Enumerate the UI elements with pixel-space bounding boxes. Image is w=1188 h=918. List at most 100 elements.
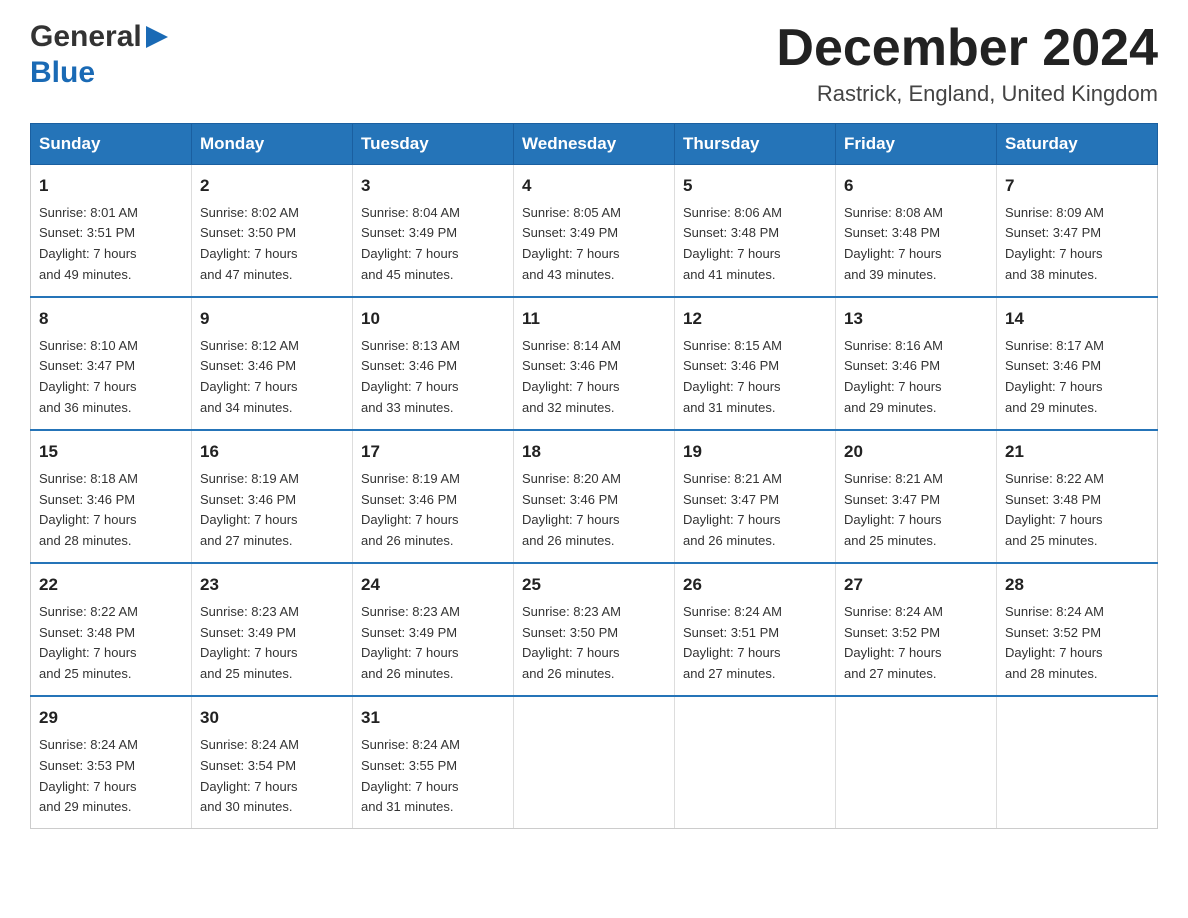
day-info: Sunrise: 8:06 AMSunset: 3:48 PMDaylight:… (683, 205, 782, 283)
location-subtitle: Rastrick, England, United Kingdom (776, 81, 1158, 107)
day-number: 27 (844, 572, 988, 598)
day-info: Sunrise: 8:23 AMSunset: 3:50 PMDaylight:… (522, 604, 621, 682)
day-info: Sunrise: 8:12 AMSunset: 3:46 PMDaylight:… (200, 338, 299, 416)
col-tuesday: Tuesday (353, 124, 514, 165)
table-row: 15 Sunrise: 8:18 AMSunset: 3:46 PMDayligh… (31, 430, 192, 563)
day-number: 7 (1005, 173, 1149, 199)
table-row (514, 696, 675, 829)
calendar-week-row: 22 Sunrise: 8:22 AMSunset: 3:48 PMDayligh… (31, 563, 1158, 696)
table-row: 31Sunrise: 8:24 AMSunset: 3:55 PMDayligh… (353, 696, 514, 829)
table-row: 7Sunrise: 8:09 AMSunset: 3:47 PMDaylight… (997, 165, 1158, 298)
col-friday: Friday (836, 124, 997, 165)
table-row: 3Sunrise: 8:04 AMSunset: 3:49 PMDaylight… (353, 165, 514, 298)
day-number: 10 (361, 306, 505, 332)
table-row: 10 Sunrise: 8:13 AMSunset: 3:46 PMDayligh… (353, 297, 514, 430)
table-row: 19 Sunrise: 8:21 AMSunset: 3:47 PMDayligh… (675, 430, 836, 563)
day-number: 6 (844, 173, 988, 199)
day-number: 17 (361, 439, 505, 465)
day-info: Sunrise: 8:21 AMSunset: 3:47 PMDaylight:… (844, 471, 943, 549)
page-header: General Blue December 2024 Rastrick, Eng… (30, 20, 1158, 107)
day-number: 18 (522, 439, 666, 465)
day-number: 19 (683, 439, 827, 465)
logo-triangle-icon (146, 26, 168, 53)
day-info: Sunrise: 8:14 AMSunset: 3:46 PMDaylight:… (522, 338, 621, 416)
day-number: 3 (361, 173, 505, 199)
table-row: 6 Sunrise: 8:08 AMSunset: 3:48 PMDaylight… (836, 165, 997, 298)
day-number: 1 (39, 173, 183, 199)
table-row (836, 696, 997, 829)
table-row: 16 Sunrise: 8:19 AMSunset: 3:46 PMDayligh… (192, 430, 353, 563)
day-info: Sunrise: 8:15 AMSunset: 3:46 PMDaylight:… (683, 338, 782, 416)
day-info: Sunrise: 8:19 AMSunset: 3:46 PMDaylight:… (361, 471, 460, 549)
calendar-week-row: 15 Sunrise: 8:18 AMSunset: 3:46 PMDayligh… (31, 430, 1158, 563)
day-number: 4 (522, 173, 666, 199)
day-info: Sunrise: 8:20 AMSunset: 3:46 PMDaylight:… (522, 471, 621, 549)
day-info: Sunrise: 8:18 AMSunset: 3:46 PMDaylight:… (39, 471, 138, 549)
day-number: 16 (200, 439, 344, 465)
day-number: 22 (39, 572, 183, 598)
col-monday: Monday (192, 124, 353, 165)
table-row: 26 Sunrise: 8:24 AMSunset: 3:51 PMDayligh… (675, 563, 836, 696)
table-row: 2 Sunrise: 8:02 AMSunset: 3:50 PMDaylight… (192, 165, 353, 298)
day-info: Sunrise: 8:02 AMSunset: 3:50 PMDaylight:… (200, 205, 299, 283)
day-number: 5 (683, 173, 827, 199)
table-row: 8 Sunrise: 8:10 AMSunset: 3:47 PMDaylight… (31, 297, 192, 430)
day-number: 29 (39, 705, 183, 731)
day-info: Sunrise: 8:13 AMSunset: 3:46 PMDaylight:… (361, 338, 460, 416)
table-row: 29Sunrise: 8:24 AMSunset: 3:53 PMDayligh… (31, 696, 192, 829)
day-info: Sunrise: 8:22 AMSunset: 3:48 PMDaylight:… (1005, 471, 1104, 549)
day-number: 26 (683, 572, 827, 598)
table-row: 21Sunrise: 8:22 AMSunset: 3:48 PMDayligh… (997, 430, 1158, 563)
day-info: Sunrise: 8:24 AMSunset: 3:52 PMDaylight:… (1005, 604, 1104, 682)
day-info: Sunrise: 8:19 AMSunset: 3:46 PMDaylight:… (200, 471, 299, 549)
day-info: Sunrise: 8:01 AMSunset: 3:51 PMDaylight:… (39, 205, 138, 283)
logo-blue-text: Blue (30, 56, 95, 89)
table-row: 1 Sunrise: 8:01 AMSunset: 3:51 PMDaylight… (31, 165, 192, 298)
col-sunday: Sunday (31, 124, 192, 165)
day-info: Sunrise: 8:22 AMSunset: 3:48 PMDaylight:… (39, 604, 138, 682)
day-number: 9 (200, 306, 344, 332)
day-number: 11 (522, 306, 666, 332)
day-number: 23 (200, 572, 344, 598)
logo-general-text: General (30, 20, 142, 54)
day-info: Sunrise: 8:23 AMSunset: 3:49 PMDaylight:… (361, 604, 460, 682)
table-row: 23 Sunrise: 8:23 AMSunset: 3:49 PMDayligh… (192, 563, 353, 696)
table-row (675, 696, 836, 829)
table-row: 30 Sunrise: 8:24 AMSunset: 3:54 PMDayligh… (192, 696, 353, 829)
table-row: 20 Sunrise: 8:21 AMSunset: 3:47 PMDayligh… (836, 430, 997, 563)
day-info: Sunrise: 8:24 AMSunset: 3:54 PMDaylight:… (200, 737, 299, 815)
col-saturday: Saturday (997, 124, 1158, 165)
day-number: 15 (39, 439, 183, 465)
calendar-table: Sunday Monday Tuesday Wednesday Thursday… (30, 123, 1158, 829)
day-info: Sunrise: 8:24 AMSunset: 3:52 PMDaylight:… (844, 604, 943, 682)
day-number: 13 (844, 306, 988, 332)
day-info: Sunrise: 8:17 AMSunset: 3:46 PMDaylight:… (1005, 338, 1104, 416)
day-number: 20 (844, 439, 988, 465)
table-row: 5 Sunrise: 8:06 AMSunset: 3:48 PMDaylight… (675, 165, 836, 298)
table-row: 13 Sunrise: 8:16 AMSunset: 3:46 PMDayligh… (836, 297, 997, 430)
table-row: 22 Sunrise: 8:22 AMSunset: 3:48 PMDayligh… (31, 563, 192, 696)
day-info: Sunrise: 8:21 AMSunset: 3:47 PMDaylight:… (683, 471, 782, 549)
day-number: 31 (361, 705, 505, 731)
table-row (997, 696, 1158, 829)
col-thursday: Thursday (675, 124, 836, 165)
day-number: 28 (1005, 572, 1149, 598)
table-row: 12Sunrise: 8:15 AMSunset: 3:46 PMDayligh… (675, 297, 836, 430)
day-info: Sunrise: 8:24 AMSunset: 3:51 PMDaylight:… (683, 604, 782, 682)
table-row: 14 Sunrise: 8:17 AMSunset: 3:46 PMDayligh… (997, 297, 1158, 430)
day-info: Sunrise: 8:16 AMSunset: 3:46 PMDaylight:… (844, 338, 943, 416)
day-info: Sunrise: 8:23 AMSunset: 3:49 PMDaylight:… (200, 604, 299, 682)
day-number: 8 (39, 306, 183, 332)
day-number: 30 (200, 705, 344, 731)
table-row: 17 Sunrise: 8:19 AMSunset: 3:46 PMDayligh… (353, 430, 514, 563)
table-row: 25Sunrise: 8:23 AMSunset: 3:50 PMDayligh… (514, 563, 675, 696)
day-number: 2 (200, 173, 344, 199)
table-row: 27 Sunrise: 8:24 AMSunset: 3:52 PMDayligh… (836, 563, 997, 696)
day-number: 14 (1005, 306, 1149, 332)
day-info: Sunrise: 8:10 AMSunset: 3:47 PMDaylight:… (39, 338, 138, 416)
calendar-week-row: 8 Sunrise: 8:10 AMSunset: 3:47 PMDaylight… (31, 297, 1158, 430)
table-row: 28 Sunrise: 8:24 AMSunset: 3:52 PMDayligh… (997, 563, 1158, 696)
calendar-week-row: 29Sunrise: 8:24 AMSunset: 3:53 PMDayligh… (31, 696, 1158, 829)
day-info: Sunrise: 8:05 AMSunset: 3:49 PMDaylight:… (522, 205, 621, 283)
day-info: Sunrise: 8:08 AMSunset: 3:48 PMDaylight:… (844, 205, 943, 283)
